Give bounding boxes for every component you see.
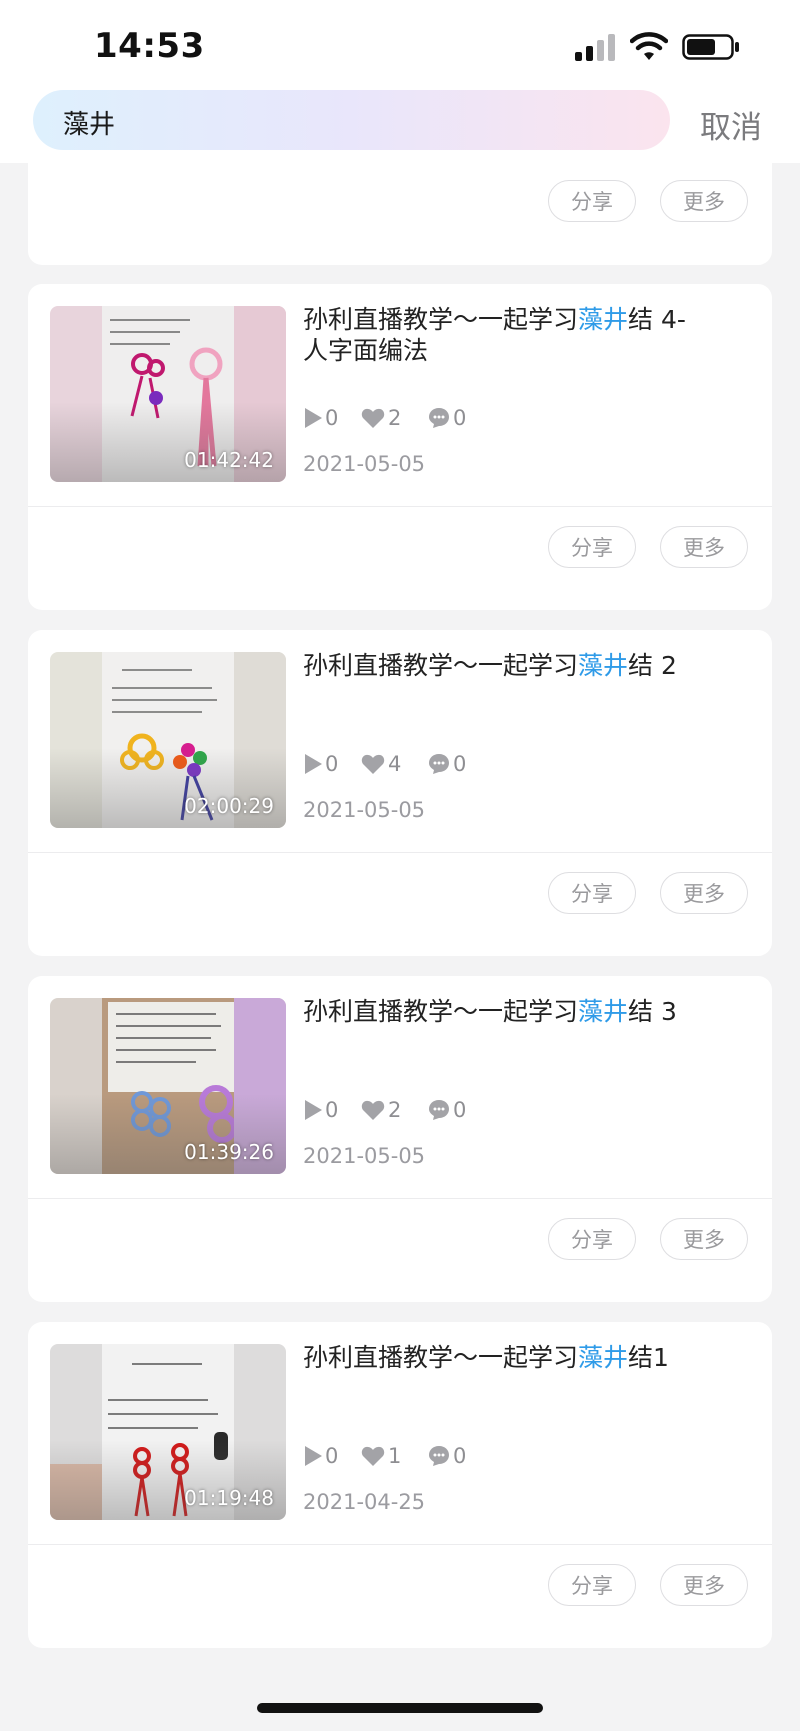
video-duration: 01:19:48: [184, 1486, 274, 1510]
more-button[interactable]: 更多: [660, 1218, 748, 1260]
video-date: 2021-05-05: [303, 798, 426, 822]
title-text: 孙利直播教学～一起学习: [303, 997, 579, 1026]
divider: [28, 506, 772, 507]
comment-icon: [429, 754, 449, 774]
heart-icon: [361, 1100, 385, 1120]
video-card[interactable]: 01:39:26 孙利直播教学～一起学习藻井结 3 0 2 0 2021-05-…: [28, 976, 772, 1302]
share-button[interactable]: 分享: [548, 872, 636, 914]
video-title[interactable]: 孙利直播教学～一起学习藻井结 4-人字面编法: [303, 304, 693, 366]
home-indicator[interactable]: [257, 1703, 543, 1713]
divider: [28, 852, 772, 853]
video-thumbnail[interactable]: 01:39:26: [50, 998, 286, 1174]
results-feed[interactable]: 分享 更多 01:42:42 孙利直播教学～一起学习藻井结 4-人字面编法 0 …: [0, 0, 800, 1731]
heart-icon: [361, 754, 385, 774]
share-button[interactable]: 分享: [548, 526, 636, 568]
divider: [28, 1544, 772, 1545]
title-text-suffix: 结 3: [628, 997, 677, 1026]
status-bar: 14:53: [0, 0, 800, 90]
more-button[interactable]: 更多: [660, 526, 748, 568]
comment-icon: [429, 1100, 449, 1120]
status-time: 14:53: [94, 26, 205, 66]
video-thumbnail[interactable]: 02:00:29: [50, 652, 286, 828]
video-date: 2021-04-25: [303, 1490, 426, 1514]
video-date: 2021-05-05: [303, 1144, 426, 1168]
play-icon: [305, 1446, 322, 1466]
comment-icon: [429, 1446, 449, 1466]
video-card[interactable]: 02:00:29 孙利直播教学～一起学习藻井结 2 0 4 0 2021-05-…: [28, 630, 772, 956]
title-text: 孙利直播教学～一起学习: [303, 1343, 579, 1372]
more-button[interactable]: 更多: [660, 1564, 748, 1606]
search-bar-row: 藻井 取消: [0, 88, 800, 163]
video-card[interactable]: 01:19:48 孙利直播教学～一起学习藻井结1 0 1 0 2021-04-2…: [28, 1322, 772, 1648]
video-card[interactable]: 01:42:42 孙利直播教学～一起学习藻井结 4-人字面编法 0 2 0 20…: [28, 284, 772, 610]
share-button[interactable]: 分享: [548, 180, 636, 222]
comment-icon: [429, 408, 449, 428]
play-icon: [305, 1100, 322, 1120]
more-button[interactable]: 更多: [660, 180, 748, 222]
share-button[interactable]: 分享: [548, 1564, 636, 1606]
cancel-button[interactable]: 取消: [700, 102, 762, 147]
battery-icon: [682, 34, 739, 60]
title-highlight: 藻井: [578, 1343, 629, 1372]
title-highlight: 藻井: [578, 305, 629, 334]
video-thumbnail[interactable]: 01:42:42: [50, 306, 286, 482]
video-date: 2021-05-05: [303, 452, 426, 476]
title-highlight: 藻井: [578, 651, 629, 680]
video-duration: 02:00:29: [184, 794, 274, 818]
video-title[interactable]: 孙利直播教学～一起学习藻井结1: [303, 1342, 693, 1373]
search-input[interactable]: 藻井: [33, 90, 670, 150]
heart-icon: [361, 1446, 385, 1466]
video-title[interactable]: 孙利直播教学～一起学习藻井结 2: [303, 650, 693, 681]
cellular-signal-icon: [575, 33, 617, 61]
play-icon: [305, 754, 322, 774]
title-highlight: 藻井: [578, 997, 629, 1026]
play-icon: [305, 408, 322, 428]
divider: [28, 1198, 772, 1199]
title-text: 孙利直播教学～一起学习: [303, 651, 579, 680]
video-title[interactable]: 孙利直播教学～一起学习藻井结 3: [303, 996, 693, 1027]
video-duration: 01:39:26: [184, 1140, 274, 1164]
video-duration: 01:42:42: [184, 448, 274, 472]
more-button[interactable]: 更多: [660, 872, 748, 914]
wifi-icon: [630, 32, 668, 60]
search-query: 藻井: [63, 110, 116, 140]
header: 14:53 藻井 取消: [0, 0, 800, 163]
title-text: 孙利直播教学～一起学习: [303, 305, 579, 334]
title-text-suffix: 结1: [628, 1343, 669, 1372]
share-button[interactable]: 分享: [548, 1218, 636, 1260]
title-text-suffix: 结 2: [628, 651, 677, 680]
video-thumbnail[interactable]: 01:19:48: [50, 1344, 286, 1520]
heart-icon: [361, 408, 385, 428]
